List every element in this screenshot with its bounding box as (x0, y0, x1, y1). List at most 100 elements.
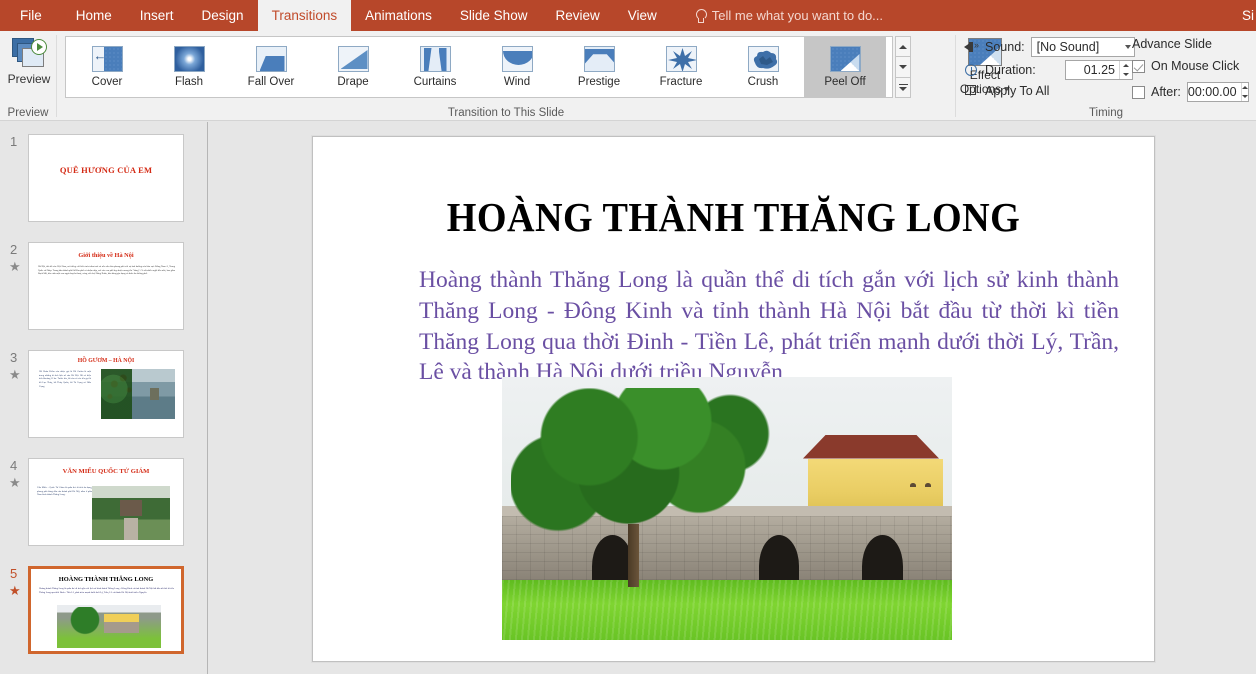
thumbnail-title: VĂN MIẾU QUỐC TỬ GIÁM (62, 468, 150, 475)
slide-number: 1 (10, 134, 18, 149)
tab-slide-show[interactable]: Slide Show (446, 0, 542, 31)
fall-over-transition-icon (255, 46, 287, 72)
preview-button[interactable]: Preview (4, 35, 54, 97)
thumbnail-title: HOÀNG THÀNH THĂNG LONG (58, 576, 154, 583)
tab-animations[interactable]: Animations (351, 0, 446, 31)
thumbnail-title: QUÊ HƯƠNG CỦA EM (59, 165, 153, 175)
duration-row: Duration: 01.25 (964, 60, 1133, 80)
thumbnail-canvas[interactable]: QUÊ HƯƠNG CỦA EM (28, 134, 184, 222)
duration-decrease-button[interactable] (1120, 70, 1132, 79)
transition-curtains[interactable]: Curtains (394, 37, 476, 97)
gallery-more-button[interactable] (895, 76, 911, 98)
gallery-more-icon (898, 83, 908, 91)
on-mouse-click-checkbox-row[interactable]: On Mouse Click (1132, 59, 1239, 73)
on-mouse-click-checkbox[interactable] (1132, 59, 1145, 73)
transition-label: Curtains (413, 76, 457, 88)
crush-transition-icon (747, 46, 779, 72)
apply-to-all-icon (964, 83, 983, 98)
thumbnail-image-van-mieu (92, 486, 170, 540)
spinner-up-icon (1241, 86, 1248, 89)
transition-label: Cover (91, 76, 123, 88)
transition-label: Crush (747, 76, 779, 88)
transition-flash[interactable]: Flash (148, 37, 230, 97)
transition-crush[interactable]: Crush (722, 37, 804, 97)
after-decrease-button[interactable] (1241, 92, 1248, 101)
gallery-scroll-down-button[interactable] (895, 56, 911, 78)
transition-fracture[interactable]: Fracture (640, 37, 722, 97)
transition-star-icon: ★ (9, 367, 21, 382)
transition-label: Prestige (577, 76, 621, 88)
transition-prestige[interactable]: Prestige (558, 37, 640, 97)
transition-star-icon: ★ (9, 583, 21, 598)
tab-review[interactable]: Review (541, 0, 613, 31)
lawn-layer (502, 579, 952, 640)
transition-label: Fracture (659, 76, 703, 88)
cover-transition-icon (91, 46, 123, 72)
spinner-down-icon (1241, 95, 1248, 98)
gallery-scroll-buttons[interactable] (895, 36, 911, 98)
after-spinner-arrows[interactable] (1240, 83, 1248, 101)
transition-label: Drape (337, 76, 369, 88)
after-spinner[interactable]: 00:00.00 (1186, 82, 1249, 102)
tab-design[interactable]: Design (188, 0, 258, 31)
thumbnail-canvas[interactable]: Giới thiệu về Hà Nội Hà Nội, thủ đô của … (28, 242, 184, 330)
clock-icon (964, 63, 980, 78)
thumbnail-canvas[interactable]: HỒ GƯƠM – HÀ NỘI Hồ Hoàn Kiếm còn được g… (28, 350, 184, 438)
after-checkbox[interactable] (1132, 85, 1145, 99)
slide-title[interactable]: HOÀNG THÀNH THĂNG LONG (342, 193, 1124, 241)
sound-dropdown[interactable]: [No Sound] (1030, 37, 1135, 57)
wind-transition-icon (501, 46, 533, 72)
current-slide-canvas[interactable]: HOÀNG THÀNH THĂNG LONG Hoàng thành Thăng… (312, 136, 1155, 662)
ribbon-group-transitions: Cover Flash Fall Over Drape Curtains Win… (57, 31, 1011, 121)
slide-image-hoang-thanh-thang-long[interactable] (502, 377, 952, 640)
transition-gallery[interactable]: Cover Flash Fall Over Drape Curtains Win… (65, 36, 893, 98)
thumbnail-body: Hà Nội, thủ đô của Việt Nam, nổi tiếng v… (38, 265, 175, 276)
thumbnail-canvas[interactable]: VĂN MIẾU QUỐC TỬ GIÁM Văn Miếu – Quốc Tử… (28, 458, 184, 546)
thumbnail-title: Giới thiệu về Hà Nội (78, 252, 134, 259)
flash-transition-icon (173, 46, 205, 72)
apply-to-all-button[interactable]: Apply To All (964, 83, 1049, 98)
slide-number: 4 (10, 458, 18, 473)
slide-body-text[interactable]: Hoàng thành Thăng Long là quần thể di tí… (419, 265, 1119, 388)
preview-button-label: Preview (7, 72, 51, 86)
spinner-down-icon (1123, 73, 1129, 76)
on-mouse-click-label: On Mouse Click (1151, 59, 1240, 73)
tab-view[interactable]: View (614, 0, 671, 31)
advance-slide-label: Advance Slide (1132, 37, 1212, 51)
after-increase-button[interactable] (1241, 83, 1248, 92)
transition-fall-over[interactable]: Fall Over (230, 37, 312, 97)
gallery-scroll-up-button[interactable] (895, 36, 911, 58)
transition-cover[interactable]: Cover (66, 37, 148, 97)
tell-me-search[interactable]: Tell me what you want to do... (685, 0, 893, 31)
duration-spinner[interactable]: 01.25 (1065, 60, 1133, 80)
group-caption-preview: Preview (7, 107, 49, 119)
transition-peel-off[interactable]: Peel Off (804, 37, 886, 97)
after-row: After: 00:00.00 (1132, 82, 1249, 102)
duration-spinner-arrows[interactable] (1119, 61, 1132, 79)
preview-play-icon (12, 38, 47, 68)
transition-label: Fall Over (247, 76, 295, 88)
thumbnail-canvas[interactable]: HOÀNG THÀNH THĂNG LONG Hoàng thành Thăng… (28, 566, 184, 654)
drape-transition-icon (337, 46, 369, 72)
slide-thumbnail-pane[interactable]: 1 QUÊ HƯƠNG CỦA EM 2 ★ Giới thiệu về Hà … (0, 122, 207, 674)
tab-insert[interactable]: Insert (126, 0, 188, 31)
thumbnail-body: Hoàng thành Thăng Long là quần thể di tí… (39, 587, 174, 594)
prestige-transition-icon (583, 46, 615, 72)
fracture-transition-icon (665, 46, 697, 72)
tab-file[interactable]: File (0, 0, 62, 31)
transition-label: Flash (174, 76, 204, 88)
sign-in-link[interactable]: Si (1242, 0, 1256, 31)
thumbnail-body: Văn Miếu – Quốc Tử Giám là quần thể di t… (37, 486, 92, 497)
peel-off-transition-icon (829, 46, 861, 72)
duration-increase-button[interactable] (1120, 61, 1132, 70)
transition-drape[interactable]: Drape (312, 37, 394, 97)
slide-editing-area[interactable]: HOÀNG THÀNH THĂNG LONG Hoàng thành Thăng… (208, 122, 1256, 674)
tree-trunk (628, 524, 639, 588)
fracture-star-shape (667, 48, 696, 71)
tab-transitions[interactable]: Transitions (257, 0, 352, 31)
duration-label: Duration: (985, 63, 1036, 77)
tab-home[interactable]: Home (62, 0, 126, 31)
transition-wind[interactable]: Wind (476, 37, 558, 97)
background-tree (835, 414, 952, 482)
sound-icon: » (964, 40, 980, 55)
